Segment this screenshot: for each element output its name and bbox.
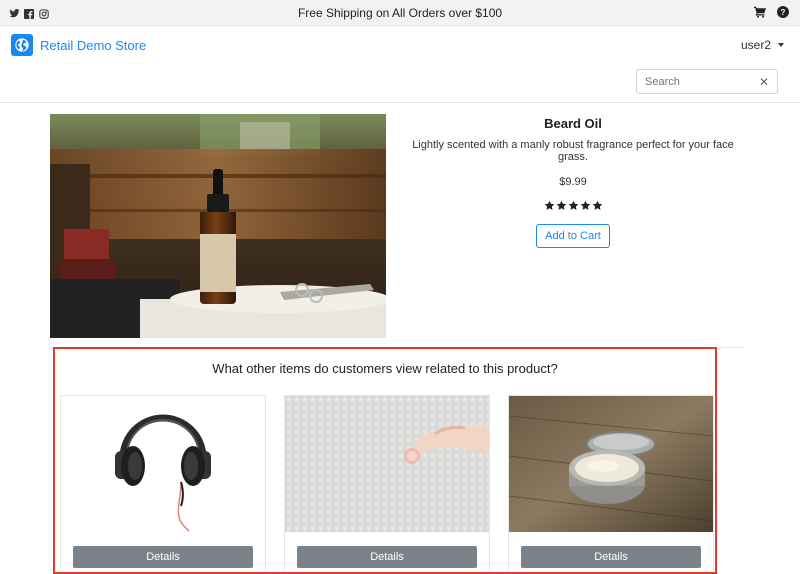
brand-link[interactable]: Retail Demo Store	[11, 34, 146, 56]
product-description: Lightly scented with a manly robust frag…	[412, 139, 734, 163]
user-menu[interactable]: user2	[741, 38, 784, 52]
details-button[interactable]: Details	[521, 546, 701, 568]
product-price: $9.99	[559, 176, 587, 188]
chevron-down-icon	[778, 43, 784, 47]
star-icon	[568, 200, 578, 210]
svg-text:?: ?	[781, 8, 786, 17]
user-label: user2	[740, 38, 771, 52]
details-button[interactable]: Details	[297, 546, 477, 568]
globe-icon	[11, 34, 33, 56]
product-rating	[400, 200, 746, 212]
related-title: What other items do customers view relat…	[212, 361, 558, 376]
promo-bar: Free Shipping on All Orders over $100 ?	[0, 0, 800, 26]
cart-icon[interactable]	[754, 5, 766, 23]
clear-search-icon[interactable]: ✕	[759, 75, 769, 89]
search-box: ✕	[636, 69, 778, 94]
add-to-cart-button[interactable]: Add to Cart	[536, 224, 610, 248]
related-item-image[interactable]	[285, 396, 489, 532]
product-image	[50, 114, 386, 338]
product-info: Beard Oil Lightly scented with a manly r…	[400, 114, 746, 248]
product-title: Beard Oil	[544, 116, 602, 131]
search-input[interactable]	[637, 70, 747, 93]
promo-text: Free Shipping on All Orders over $100	[297, 6, 503, 20]
topbar-actions: ?	[754, 5, 789, 23]
related-card[interactable]: Details	[284, 395, 490, 571]
nav-divider	[0, 102, 800, 103]
related-card[interactable]: Details	[60, 395, 266, 571]
related-products-section: What other items do customers view relat…	[53, 347, 717, 574]
related-item-image[interactable]	[509, 396, 713, 532]
star-icon	[556, 200, 566, 210]
star-icon	[592, 200, 602, 210]
brand-name: Retail Demo Store	[40, 37, 147, 53]
details-button[interactable]: Details	[73, 546, 253, 568]
related-item-image[interactable]	[61, 396, 265, 532]
help-icon[interactable]: ?	[777, 5, 789, 23]
related-card[interactable]: Details	[508, 395, 714, 571]
star-icon	[544, 200, 554, 210]
star-icon	[580, 200, 590, 210]
